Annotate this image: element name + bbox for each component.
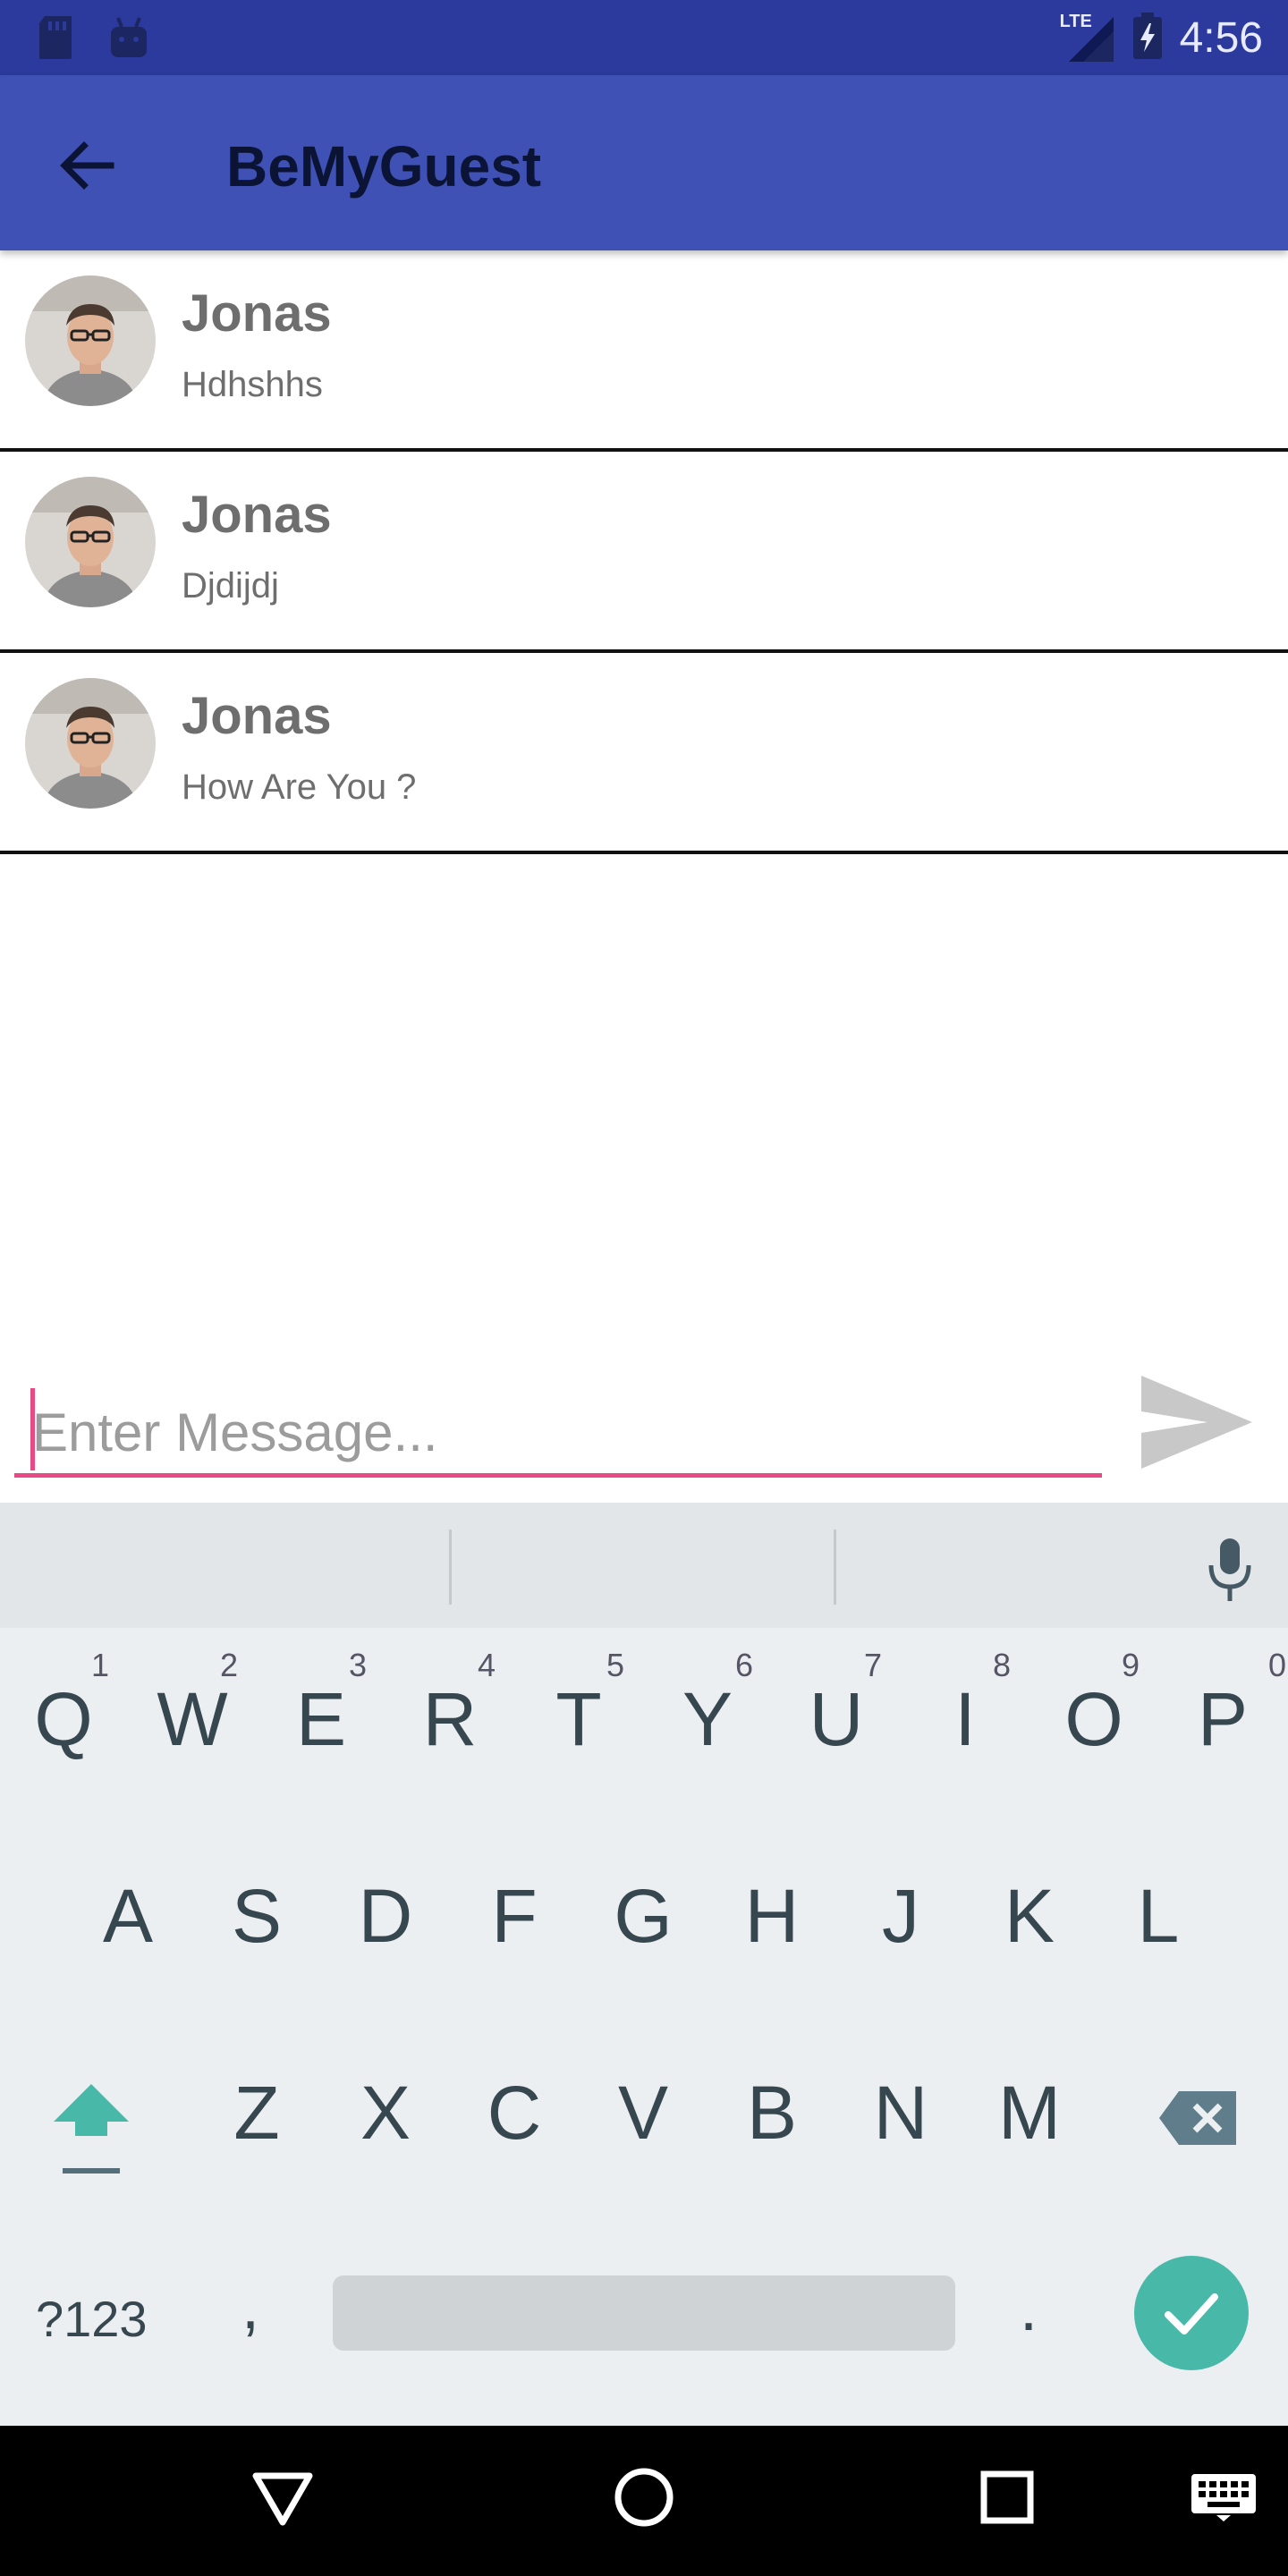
key-u[interactable]: U7: [778, 1648, 894, 1764]
list-item[interactable]: Jonas Hdhshhs: [0, 250, 1288, 452]
key-g[interactable]: G: [585, 1871, 701, 1961]
key-i[interactable]: I8: [907, 1648, 1023, 1764]
key-number: 0: [1267, 1647, 1286, 1683]
chat-last-message: Hdhshhs: [182, 365, 323, 404]
shift-icon[interactable]: [47, 2079, 136, 2177]
key-number: 8: [992, 1647, 1011, 1683]
avatar: [25, 275, 156, 406]
period-key[interactable]: .: [1020, 2272, 1038, 2345]
key-label: W: [157, 1677, 228, 1761]
chat-list: Jonas Hdhshhs Jonas Djdijdj Jonas How Ar…: [0, 250, 1288, 854]
key-a[interactable]: A: [70, 1871, 186, 1961]
key-c[interactable]: C: [456, 2068, 572, 2157]
key-label: P: [1197, 1677, 1249, 1761]
android-icon: [107, 14, 150, 65]
enter-key[interactable]: [1134, 2256, 1249, 2370]
key-number: 2: [219, 1647, 238, 1683]
battery-charging-icon: [1131, 11, 1164, 65]
key-b[interactable]: B: [714, 2068, 830, 2157]
list-item[interactable]: Jonas How Are You ?: [0, 653, 1288, 854]
key-d[interactable]: D: [327, 1871, 444, 1961]
app-bar: BeMyGuest: [0, 75, 1288, 250]
key-label: O: [1064, 1677, 1123, 1761]
key-j[interactable]: J: [843, 1871, 959, 1961]
key-t[interactable]: T5: [521, 1648, 637, 1764]
key-number: 1: [90, 1647, 109, 1683]
key-y[interactable]: Y6: [649, 1648, 766, 1764]
key-e[interactable]: E3: [263, 1648, 379, 1764]
suggestion-strip: [0, 1503, 1288, 1628]
app-title: BeMyGuest: [226, 134, 542, 199]
key-number: 4: [477, 1647, 496, 1683]
key-number: 7: [863, 1647, 882, 1683]
nav-home-icon[interactable]: [612, 2465, 676, 2534]
back-arrow-icon[interactable]: [57, 136, 116, 195]
chat-last-message: How Are You ?: [182, 767, 417, 807]
key-h[interactable]: H: [714, 1871, 830, 1961]
key-w[interactable]: W2: [134, 1648, 250, 1764]
key-o[interactable]: O9: [1036, 1648, 1152, 1764]
key-label: R: [422, 1677, 478, 1761]
key-number: 6: [734, 1647, 753, 1683]
key-label: T: [555, 1677, 602, 1761]
keyboard-icon[interactable]: [1190, 2472, 1258, 2527]
chat-last-message: Djdijdj: [182, 566, 279, 606]
soft-keyboard: Q1 W2 E3 R4 T5 Y6 U7 I8 O9 P0 A S D F G …: [0, 1503, 1288, 2426]
key-x[interactable]: X: [327, 2068, 444, 2157]
divider: [834, 1530, 836, 1605]
key-p[interactable]: P0: [1165, 1648, 1286, 1764]
nav-back-icon[interactable]: [250, 2465, 315, 2534]
key-f[interactable]: F: [456, 1871, 572, 1961]
clock: 4:56: [1179, 13, 1263, 62]
space-bar[interactable]: [333, 2275, 955, 2351]
status-bar: LTE 4:56: [0, 0, 1288, 75]
chat-name: Jonas: [182, 486, 332, 544]
divider: [449, 1530, 452, 1605]
message-input[interactable]: [14, 1392, 1102, 1478]
chat-name: Jonas: [182, 284, 332, 343]
message-composer: [0, 1351, 1288, 1503]
key-z[interactable]: Z: [199, 2068, 315, 2157]
key-label: E: [295, 1677, 347, 1761]
key-label: Q: [34, 1677, 93, 1761]
key-number: 5: [606, 1647, 624, 1683]
avatar: [25, 477, 156, 607]
key-q[interactable]: Q1: [5, 1648, 122, 1764]
key-label: I: [954, 1677, 976, 1761]
key-number: 9: [1121, 1647, 1140, 1683]
send-icon[interactable]: [1138, 1368, 1256, 1476]
key-n[interactable]: N: [843, 2068, 959, 2157]
key-number: 3: [348, 1647, 367, 1683]
key-r[interactable]: R4: [392, 1648, 508, 1764]
sd-card-icon: [36, 14, 75, 65]
network-label: LTE: [1059, 11, 1092, 31]
key-s[interactable]: S: [199, 1871, 315, 1961]
key-l[interactable]: L: [1100, 1871, 1216, 1961]
avatar: [25, 678, 156, 809]
key-label: U: [809, 1677, 864, 1761]
chat-name: Jonas: [182, 687, 332, 745]
key-label: Y: [682, 1677, 733, 1761]
key-m[interactable]: M: [971, 2068, 1088, 2157]
lte-signal-icon: LTE: [1060, 12, 1115, 65]
check-icon: [1163, 2286, 1220, 2344]
symbols-key[interactable]: ?123: [36, 2290, 148, 2348]
comma-key[interactable]: ,: [242, 2270, 259, 2343]
text-cursor: [30, 1388, 35, 1470]
backspace-icon[interactable]: [1157, 2088, 1240, 2148]
list-item[interactable]: Jonas Djdijdj: [0, 452, 1288, 653]
navigation-bar: [0, 2426, 1288, 2576]
key-k[interactable]: K: [971, 1871, 1088, 1961]
key-v[interactable]: V: [585, 2068, 701, 2157]
mic-icon[interactable]: [1199, 1535, 1261, 1606]
nav-recents-icon[interactable]: [975, 2465, 1039, 2534]
